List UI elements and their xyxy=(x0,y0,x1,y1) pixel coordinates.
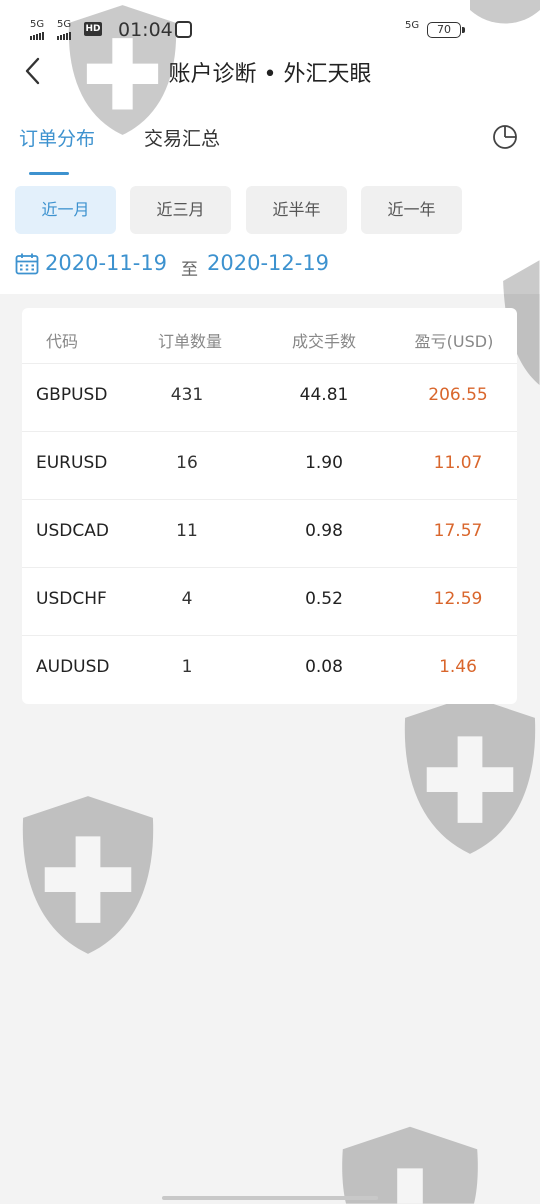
sim2-label: 5G xyxy=(57,19,72,30)
cell-orders: 11 xyxy=(176,521,198,541)
shield-watermark-icon xyxy=(22,796,154,954)
shield-watermark-icon xyxy=(342,1126,478,1204)
signal-bars-icon xyxy=(57,30,72,40)
cell-lots: 44.81 xyxy=(299,385,349,405)
header-pnl: 盈亏(USD) xyxy=(414,332,494,351)
cell-code: EURUSD xyxy=(36,453,108,473)
period-button-3m[interactable]: 近三月 xyxy=(130,186,231,234)
period-button-6m[interactable]: 近半年 xyxy=(246,186,347,234)
table-row[interactable]: EURUSD 16 1.90 11.07 xyxy=(22,431,517,500)
sim1-label: 5G xyxy=(30,19,45,30)
home-indicator[interactable] xyxy=(162,1196,378,1200)
table-row[interactable]: AUDUSD 1 0.08 1.46 xyxy=(22,635,517,703)
cell-orders: 16 xyxy=(176,453,198,473)
cell-code: GBPUSD xyxy=(36,385,108,405)
tab-trade-summary[interactable]: 交易汇总 xyxy=(144,124,220,151)
status-bar: 5G 5G HD 01:04 5G 70 xyxy=(0,0,540,60)
table-header: 代码 订单数量 成交手数 盈亏(USD) xyxy=(22,308,517,364)
app-notification-icon xyxy=(175,21,192,38)
table-row[interactable]: USDCHF 4 0.52 12.59 xyxy=(22,567,517,636)
cell-pnl: 206.55 xyxy=(428,385,488,405)
order-table: 代码 订单数量 成交手数 盈亏(USD) GBPUSD 431 44.81 20… xyxy=(22,308,517,704)
cell-code: USDCAD xyxy=(36,521,109,541)
cell-lots: 0.08 xyxy=(305,657,343,677)
cell-orders: 4 xyxy=(181,589,193,609)
cell-lots: 0.52 xyxy=(305,589,343,609)
page-title: 账户诊断 • 外汇天眼 xyxy=(168,62,372,87)
header-lots: 成交手数 xyxy=(291,332,356,351)
sim1-signal: 5G xyxy=(30,20,45,40)
period-button-1m[interactable]: 近一月 xyxy=(15,186,116,234)
header-code: 代码 xyxy=(46,332,79,351)
pie-chart-icon[interactable] xyxy=(492,124,518,150)
sim2-signal: 5G xyxy=(57,20,72,40)
active-tab-indicator xyxy=(29,172,69,175)
cell-pnl: 1.46 xyxy=(439,657,477,677)
table-row[interactable]: GBPUSD 431 44.81 206.55 xyxy=(22,363,517,432)
signal-bars-icon xyxy=(30,30,45,40)
cell-pnl: 12.59 xyxy=(433,589,483,609)
cell-pnl: 11.07 xyxy=(433,453,483,473)
end-date[interactable]: 2020-12-19 xyxy=(207,251,329,275)
date-separator: 至 xyxy=(181,260,198,280)
cell-code: USDCHF xyxy=(36,589,107,609)
cell-orders: 431 xyxy=(170,385,204,405)
cell-lots: 1.90 xyxy=(305,453,343,473)
hd-voice-icon: HD xyxy=(84,22,102,36)
cell-lots: 0.98 xyxy=(305,521,343,541)
period-button-1y[interactable]: 近一年 xyxy=(361,186,462,234)
calendar-icon[interactable] xyxy=(15,253,39,275)
cell-pnl: 17.57 xyxy=(433,521,483,541)
cell-code: AUDUSD xyxy=(36,657,110,677)
network-type: 5G xyxy=(405,20,420,31)
battery-indicator: 70 xyxy=(427,22,465,38)
shield-watermark-icon xyxy=(404,696,536,854)
tab-order-distribution[interactable]: 订单分布 xyxy=(19,124,95,151)
cell-orders: 1 xyxy=(181,657,193,677)
table-row[interactable]: USDCAD 11 0.98 17.57 xyxy=(22,499,517,568)
start-date[interactable]: 2020-11-19 xyxy=(45,251,167,275)
header-orders: 订单数量 xyxy=(157,332,222,351)
status-time: 01:04 xyxy=(118,19,173,41)
